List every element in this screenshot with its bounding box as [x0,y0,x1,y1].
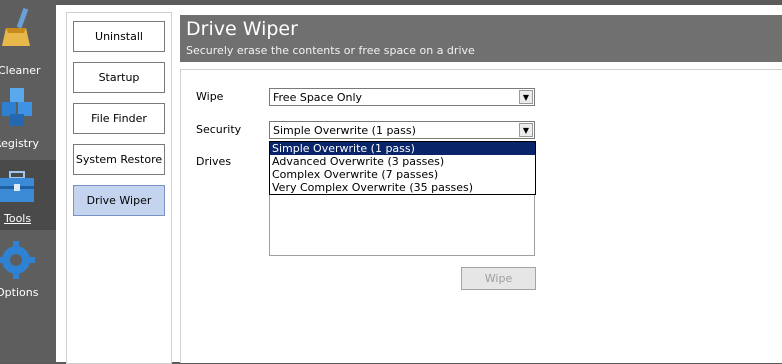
rail-item-options[interactable]: Options [0,236,56,310]
rail-label-options: Options [0,286,39,299]
tools-subnav: Uninstall Startup File Finder System Res… [66,12,172,364]
rail-item-tools[interactable]: Tools [0,160,56,230]
page-subtitle: Securely erase the contents or free spac… [186,44,475,57]
main-nav-rail: Cleaner Registry Tools [0,0,56,362]
security-label: Security [196,123,242,136]
gear-icon [0,241,35,279]
wipe-label: Wipe [196,90,224,103]
security-select[interactable]: Simple Overwrite (1 pass) ▼ [269,121,535,139]
security-option-advanced[interactable]: Advanced Overwrite (3 passes) [270,155,535,168]
wipe-button[interactable]: Wipe [461,267,536,290]
broom-icon [2,8,30,46]
security-option-very-complex[interactable]: Very Complex Overwrite (35 passes) [270,181,535,194]
subnav-file-finder-button[interactable]: File Finder [73,103,165,134]
subnav-startup-button[interactable]: Startup [73,62,165,93]
chevron-down-icon[interactable]: ▼ [519,90,533,104]
rail-item-registry[interactable]: Registry [0,80,56,154]
rail-label-cleaner: Cleaner [0,64,41,77]
chevron-down-icon[interactable]: ▼ [519,123,533,137]
drives-label: Drives [196,155,232,168]
security-option-complex[interactable]: Complex Overwrite (7 passes) [270,168,535,181]
drives-list[interactable] [269,194,535,256]
page-header: Drive Wiper Securely erase the contents … [180,15,782,62]
wipe-select-value: Free Space Only [273,91,363,104]
subnav-uninstall-button[interactable]: Uninstall [73,21,165,52]
rail-label-registry: Registry [0,137,40,150]
rail-item-cleaner[interactable]: Cleaner [0,2,56,77]
security-select-value: Simple Overwrite (1 pass) [273,124,416,137]
page-title: Drive Wiper [186,18,298,40]
subnav-drive-wiper-button[interactable]: Drive Wiper [73,185,165,216]
security-option-simple[interactable]: Simple Overwrite (1 pass) [270,142,535,155]
wipe-select[interactable]: Free Space Only ▼ [269,88,535,106]
rail-label-tools: Tools [4,212,32,225]
registry-cubes-icon [2,88,32,126]
security-dropdown-list[interactable]: Simple Overwrite (1 pass) Advanced Overw… [269,141,536,195]
subnav-system-restore-button[interactable]: System Restore [73,144,165,175]
toolbox-icon [0,171,34,202]
